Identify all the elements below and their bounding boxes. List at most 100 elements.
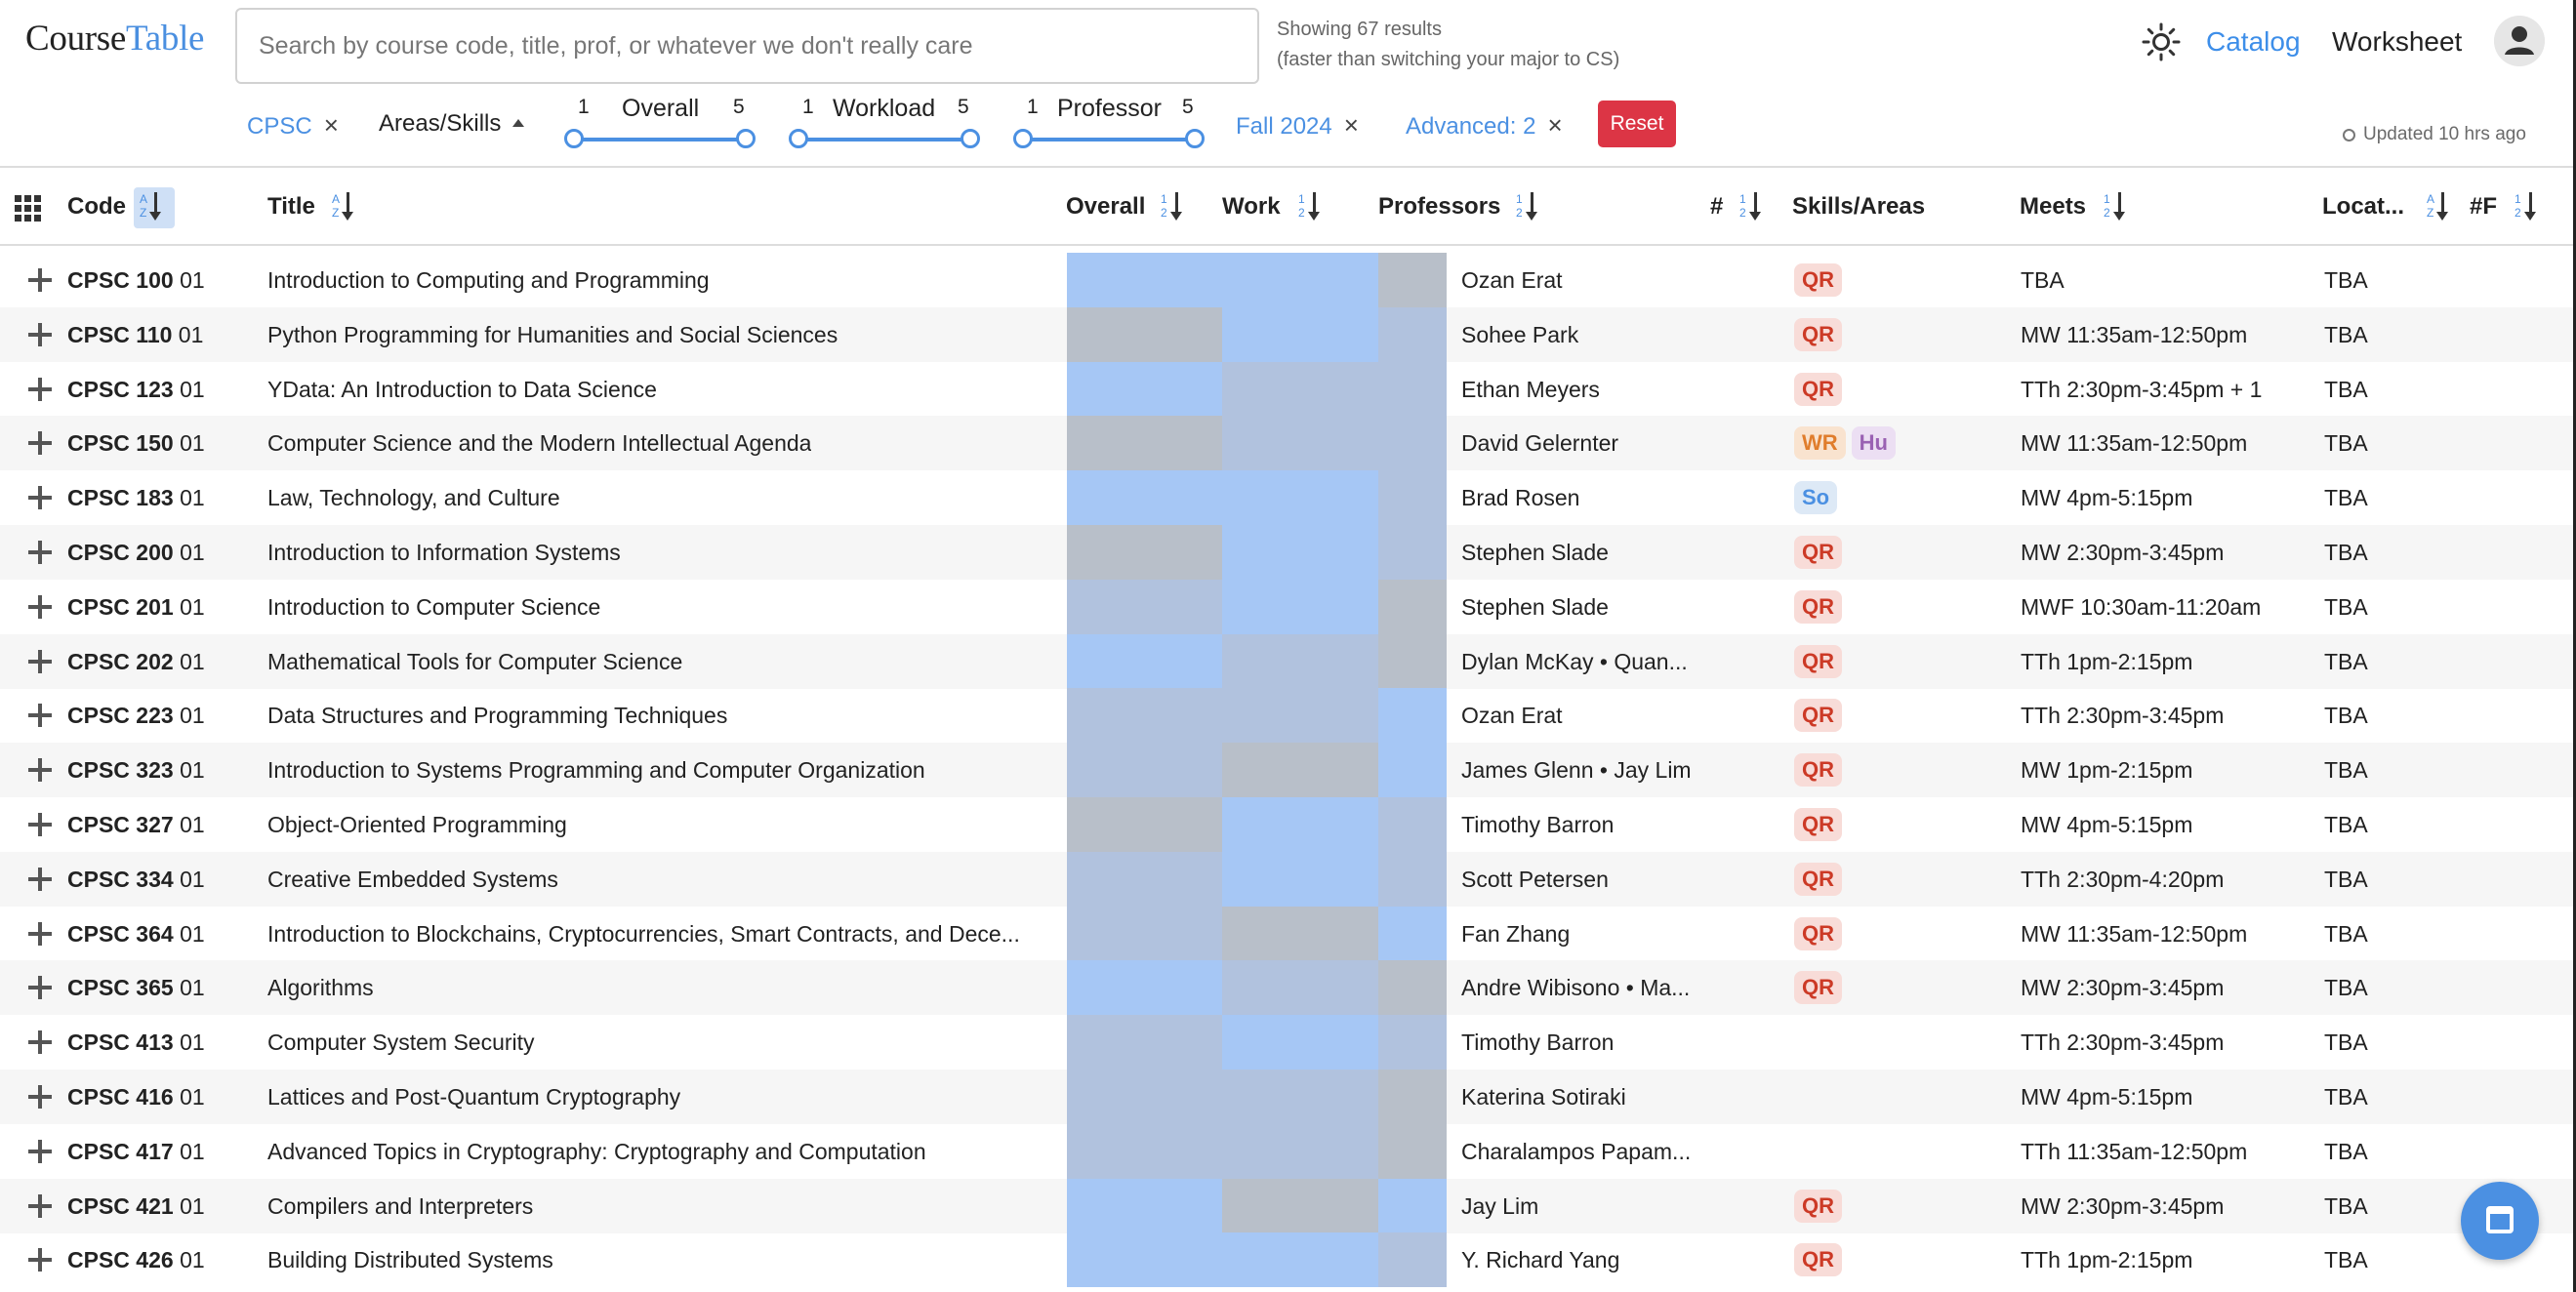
overall-rating-cell[interactable] bbox=[1067, 580, 1222, 634]
course-title[interactable]: Compilers and Interpreters bbox=[267, 1193, 533, 1220]
workload-rating-cell[interactable] bbox=[1222, 907, 1378, 961]
professor-slider[interactable]: 1 Professor 5 bbox=[1013, 95, 1208, 154]
workload-rating-cell[interactable] bbox=[1222, 634, 1378, 689]
overall-rating-cell[interactable] bbox=[1067, 362, 1222, 417]
professor-rating-cell[interactable] bbox=[1378, 960, 1447, 1015]
professor-rating-cell[interactable] bbox=[1378, 362, 1447, 417]
course-title[interactable]: Law, Technology, and Culture bbox=[267, 485, 560, 511]
table-row[interactable]: CPSC 421 01 Compilers and Interpreters Jay… bbox=[0, 1179, 2576, 1233]
overall-rating-cell[interactable] bbox=[1067, 525, 1222, 580]
course-title[interactable]: Mathematical Tools for Computer Science bbox=[267, 649, 682, 675]
course-title[interactable]: Introduction to Blockchains, Cryptocurre… bbox=[267, 921, 1020, 948]
course-title[interactable]: YData: An Introduction to Data Science bbox=[267, 377, 657, 403]
filter-subject-chip[interactable]: CPSC × bbox=[247, 110, 339, 141]
nav-catalog[interactable]: Catalog bbox=[2206, 26, 2301, 58]
professor-rating-cell[interactable] bbox=[1378, 797, 1447, 852]
sort-numeric-icon[interactable]: 12 bbox=[1510, 187, 1551, 228]
professor-rating-cell[interactable] bbox=[1378, 253, 1447, 307]
add-to-worksheet-icon[interactable] bbox=[28, 922, 52, 946]
close-icon[interactable]: × bbox=[1344, 110, 1359, 140]
table-row[interactable]: CPSC 202 01 Mathematical Tools for Comput… bbox=[0, 634, 2576, 689]
add-to-worksheet-icon[interactable] bbox=[28, 1085, 52, 1109]
professor-rating-cell[interactable] bbox=[1378, 1124, 1447, 1179]
slider-min-handle[interactable] bbox=[564, 129, 584, 148]
professor-rating-cell[interactable] bbox=[1378, 1070, 1447, 1124]
table-row[interactable]: CPSC 200 01 Introduction to Information S… bbox=[0, 525, 2576, 580]
table-row[interactable]: CPSC 426 01 Building Distributed Systems Y… bbox=[0, 1232, 2576, 1287]
sort-numeric-icon[interactable]: 12 bbox=[1155, 187, 1196, 228]
add-to-worksheet-icon[interactable] bbox=[28, 704, 52, 727]
table-row[interactable]: CPSC 365 01 Algorithms Andre Wibisono • Ma… bbox=[0, 960, 2576, 1015]
add-to-worksheet-icon[interactable] bbox=[28, 268, 52, 292]
course-title[interactable]: Creative Embedded Systems bbox=[267, 867, 558, 893]
course-title[interactable]: Building Distributed Systems bbox=[267, 1247, 553, 1273]
table-row[interactable]: CPSC 201 01 Introduction to Computer Scie… bbox=[0, 580, 2576, 634]
overall-rating-cell[interactable] bbox=[1067, 852, 1222, 907]
sort-alpha-icon[interactable]: AZ bbox=[2421, 187, 2462, 228]
add-to-worksheet-icon[interactable] bbox=[28, 650, 52, 673]
grid-icon[interactable] bbox=[15, 195, 41, 222]
overall-rating-cell[interactable] bbox=[1067, 743, 1222, 797]
professor-rating-cell[interactable] bbox=[1378, 416, 1447, 470]
workload-rating-cell[interactable] bbox=[1222, 797, 1378, 852]
table-row[interactable]: CPSC 100 01 Introduction to Computing and… bbox=[0, 253, 2576, 307]
add-to-worksheet-icon[interactable] bbox=[28, 758, 52, 782]
add-to-worksheet-icon[interactable] bbox=[28, 1248, 52, 1272]
column-header-location[interactable]: Locat... bbox=[2322, 193, 2404, 221]
add-to-worksheet-icon[interactable] bbox=[28, 868, 52, 891]
table-row[interactable]: CPSC 150 01 Computer Science and the Mode… bbox=[0, 416, 2576, 470]
sort-numeric-icon[interactable]: 12 bbox=[2509, 187, 2550, 228]
add-to-worksheet-icon[interactable] bbox=[28, 976, 52, 999]
workload-rating-cell[interactable] bbox=[1222, 743, 1378, 797]
workload-rating-cell[interactable] bbox=[1222, 1124, 1378, 1179]
add-to-worksheet-icon[interactable] bbox=[28, 541, 52, 564]
workload-rating-cell[interactable] bbox=[1222, 852, 1378, 907]
professor-rating-cell[interactable] bbox=[1378, 307, 1447, 362]
course-title[interactable]: Introduction to Computing and Programmin… bbox=[267, 267, 710, 294]
logo[interactable]: CourseTable bbox=[25, 18, 204, 60]
close-icon[interactable]: × bbox=[324, 110, 339, 140]
slider-max-handle[interactable] bbox=[961, 129, 980, 148]
professor-rating-cell[interactable] bbox=[1378, 688, 1447, 743]
course-title[interactable]: Lattices and Post-Quantum Cryptography bbox=[267, 1084, 680, 1110]
add-to-worksheet-icon[interactable] bbox=[28, 1030, 52, 1054]
table-row[interactable]: CPSC 417 01 Advanced Topics in Cryptograp… bbox=[0, 1124, 2576, 1179]
search-box[interactable] bbox=[235, 8, 1259, 84]
course-title[interactable]: Computer System Security bbox=[267, 1030, 535, 1056]
filter-season-chip[interactable]: Fall 2024 × bbox=[1236, 110, 1359, 141]
course-title[interactable]: Algorithms bbox=[267, 975, 374, 1001]
professor-rating-cell[interactable] bbox=[1378, 743, 1447, 797]
overall-rating-cell[interactable] bbox=[1067, 1124, 1222, 1179]
overall-rating-cell[interactable] bbox=[1067, 907, 1222, 961]
professor-rating-cell[interactable] bbox=[1378, 634, 1447, 689]
overall-slider[interactable]: 1 Overall 5 bbox=[564, 95, 759, 154]
table-row[interactable]: CPSC 183 01 Law, Technology, and Culture B… bbox=[0, 470, 2576, 525]
table-row[interactable]: CPSC 327 01 Object-Oriented Programming Ti… bbox=[0, 797, 2576, 852]
overall-rating-cell[interactable] bbox=[1067, 416, 1222, 470]
course-title[interactable]: Data Structures and Programming Techniqu… bbox=[267, 703, 727, 729]
column-header-code[interactable]: Code bbox=[67, 193, 126, 221]
professor-rating-cell[interactable] bbox=[1378, 470, 1447, 525]
professor-rating-cell[interactable] bbox=[1378, 1179, 1447, 1233]
close-icon[interactable]: × bbox=[1547, 110, 1562, 140]
table-row[interactable]: CPSC 416 01 Lattices and Post-Quantum Cry… bbox=[0, 1070, 2576, 1124]
workload-rating-cell[interactable] bbox=[1222, 253, 1378, 307]
workload-rating-cell[interactable] bbox=[1222, 688, 1378, 743]
overall-rating-cell[interactable] bbox=[1067, 307, 1222, 362]
table-row[interactable]: CPSC 334 01 Creative Embedded Systems Scot… bbox=[0, 852, 2576, 907]
add-to-worksheet-icon[interactable] bbox=[28, 323, 52, 346]
column-header-enrollment[interactable]: # bbox=[1710, 193, 1723, 221]
calendar-button[interactable] bbox=[2461, 1182, 2539, 1260]
professor-rating-cell[interactable] bbox=[1378, 907, 1447, 961]
column-header-title[interactable]: Title bbox=[267, 193, 315, 221]
workload-rating-cell[interactable] bbox=[1222, 307, 1378, 362]
column-header-friends[interactable]: #F bbox=[2470, 193, 2497, 221]
workload-rating-cell[interactable] bbox=[1222, 960, 1378, 1015]
course-title[interactable]: Python Programming for Humanities and So… bbox=[267, 322, 838, 348]
course-title[interactable]: Computer Science and the Modern Intellec… bbox=[267, 430, 811, 457]
slider-min-handle[interactable] bbox=[789, 129, 808, 148]
sun-icon[interactable] bbox=[2141, 21, 2182, 62]
slider-max-handle[interactable] bbox=[736, 129, 756, 148]
workload-rating-cell[interactable] bbox=[1222, 362, 1378, 417]
slider-max-handle[interactable] bbox=[1185, 129, 1205, 148]
